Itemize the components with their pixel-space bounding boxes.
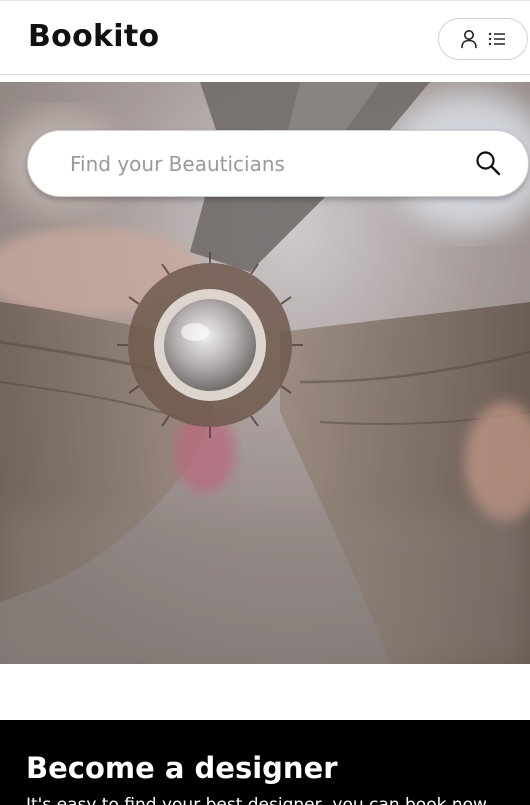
user-icon — [460, 29, 478, 49]
become-designer-section: Become a designer It's easy to find your… — [0, 720, 530, 805]
top-navigation-bar: Bookito — [0, 0, 530, 75]
list-icon — [488, 31, 506, 47]
section-spacer — [0, 664, 530, 720]
section-title: Become a designer — [26, 751, 338, 785]
search-bar — [27, 130, 529, 197]
search-icon — [475, 150, 501, 180]
account-menu-button[interactable] — [438, 18, 528, 60]
search-input[interactable] — [68, 131, 458, 196]
search-button[interactable] — [472, 149, 504, 181]
section-description: It's easy to find your best designer, yo… — [26, 795, 487, 805]
site-logo[interactable]: Bookito — [28, 19, 159, 55]
